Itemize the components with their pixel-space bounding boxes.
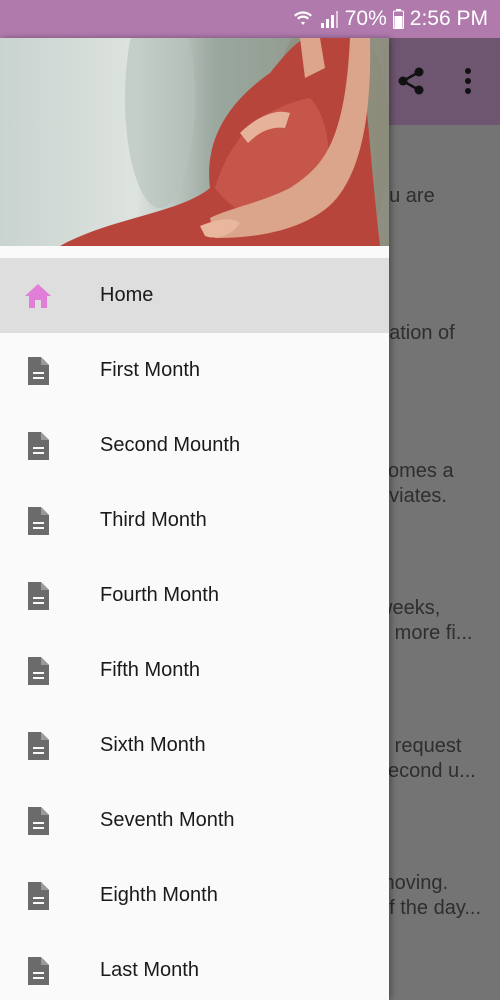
more-vert-icon[interactable] (458, 66, 478, 101)
share-icon[interactable] (396, 66, 426, 101)
menu-item-third-month[interactable]: Third Month (0, 483, 389, 558)
navigation-drawer: Home First Month Second Mounth Third Mon… (0, 38, 389, 1000)
signal-icon (319, 9, 339, 29)
wifi-icon (293, 9, 313, 29)
menu-item-label: Seventh Month (100, 809, 235, 831)
menu-item-home[interactable]: Home (0, 258, 389, 333)
menu-item-label: Eighth Month (100, 884, 218, 906)
content-text: eviates. (378, 485, 447, 507)
menu-item-eighth-month[interactable]: Eighth Month (0, 858, 389, 933)
content-text: weeks, (378, 597, 441, 619)
content-text: moving. (378, 872, 449, 894)
content-text: d more fi... (378, 622, 473, 644)
document-icon (24, 956, 52, 986)
menu-item-label: Home (100, 284, 154, 306)
content-text: ou are (378, 185, 435, 207)
home-icon (24, 281, 52, 311)
document-icon (24, 581, 52, 611)
menu-item-label: Third Month (100, 509, 207, 531)
menu-item-sixth-month[interactable]: Sixth Month (0, 708, 389, 783)
content-text: nation of (378, 322, 455, 344)
document-icon (24, 506, 52, 536)
document-icon (24, 356, 52, 386)
content-text: comes a (378, 460, 454, 482)
battery-icon (392, 9, 404, 29)
content-text: of the day... (378, 897, 482, 919)
menu-item-label: Fourth Month (100, 584, 219, 606)
status-icons: 70% 2:56 PM (293, 0, 488, 38)
document-icon (24, 656, 52, 686)
content-text: n request (378, 735, 462, 757)
clock: 2:56 PM (409, 7, 488, 30)
battery-level: 70% (344, 7, 387, 30)
menu-item-fifth-month[interactable]: Fifth Month (0, 633, 389, 708)
menu-item-label: Last Month (100, 959, 199, 981)
menu-item-seventh-month[interactable]: Seventh Month (0, 783, 389, 858)
menu-item-label: Second Mounth (100, 434, 241, 456)
content-text: second u... (378, 760, 476, 782)
drawer-menu: Home First Month Second Mounth Third Mon… (0, 258, 389, 1000)
menu-item-label: Sixth Month (100, 734, 206, 756)
document-icon (24, 806, 52, 836)
menu-item-second-month[interactable]: Second Mounth (0, 408, 389, 483)
document-icon (24, 881, 52, 911)
menu-item-first-month[interactable]: First Month (0, 333, 389, 408)
menu-item-label: Fifth Month (100, 659, 201, 681)
drawer-header-image (0, 38, 389, 246)
status-bar: 70% 2:56 PM (0, 0, 500, 38)
menu-item-last-month[interactable]: Last Month (0, 933, 389, 1000)
menu-item-label: First Month (100, 359, 201, 381)
document-icon (24, 731, 52, 761)
menu-item-fourth-month[interactable]: Fourth Month (0, 558, 389, 633)
document-icon (24, 431, 52, 461)
